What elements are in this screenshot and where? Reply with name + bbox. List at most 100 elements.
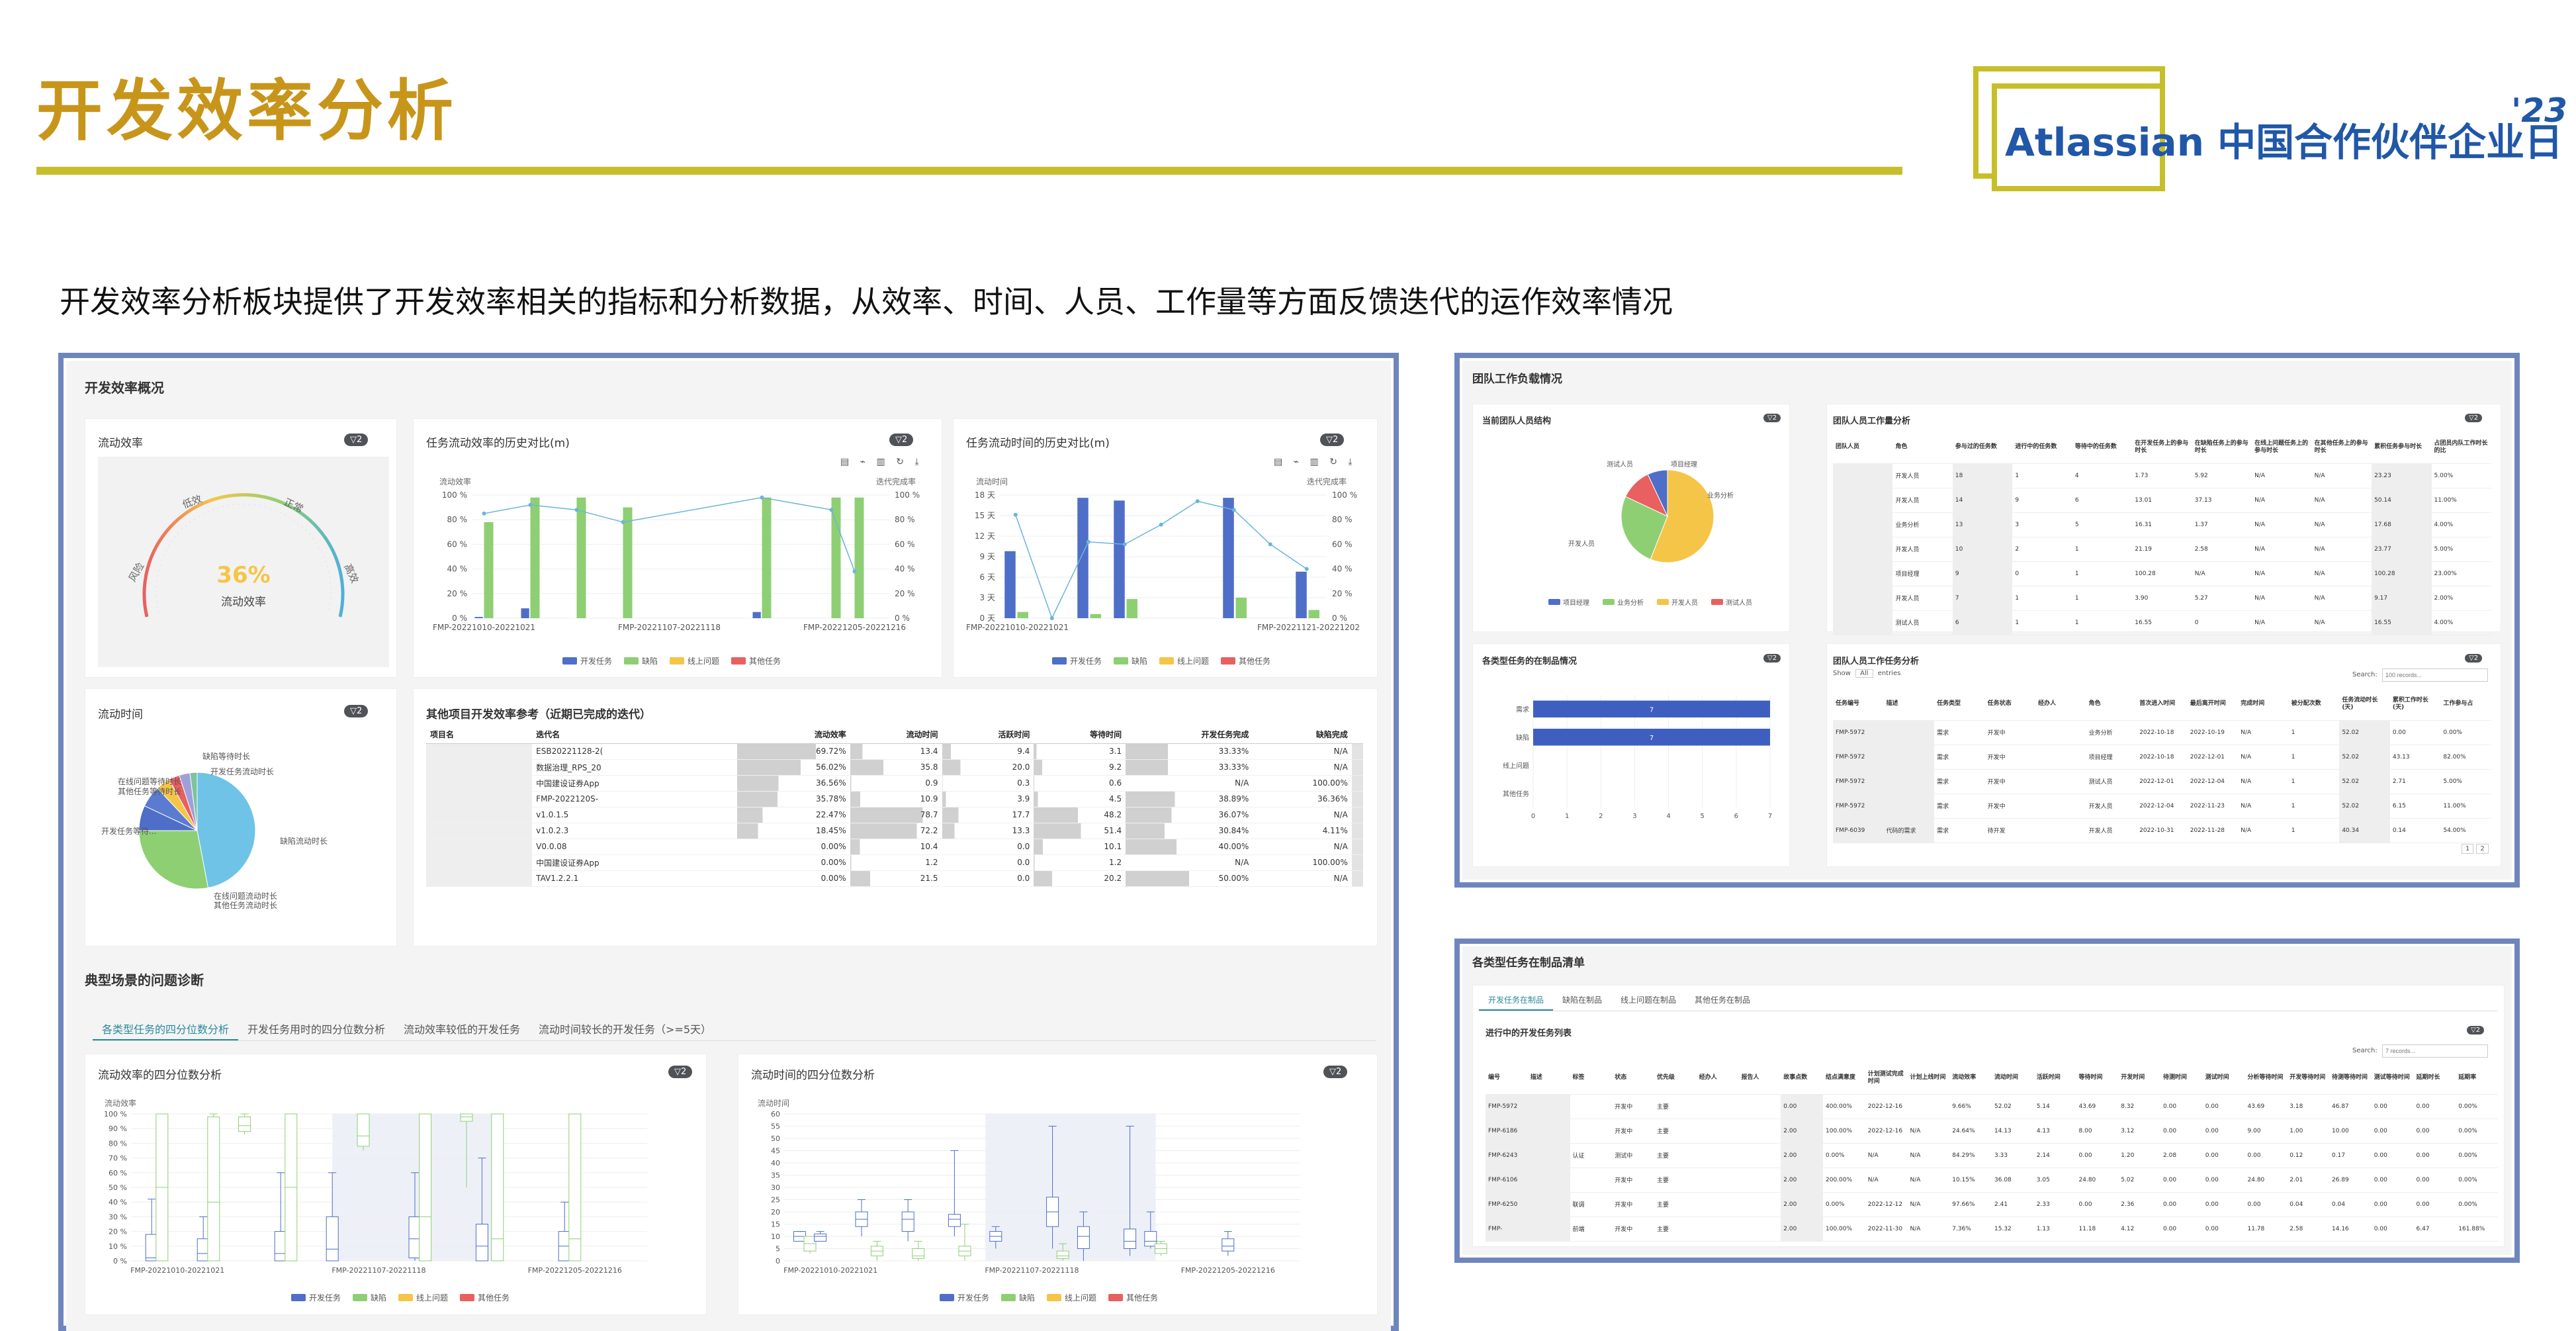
diagnosis-tab[interactable]: 开发任务用时的四分位数分析	[238, 1019, 394, 1040]
table-cell: 0.00%	[2456, 1119, 2498, 1144]
column-header: 优先级	[1654, 1062, 1697, 1095]
filter-badge[interactable]: ▽2	[1763, 414, 1781, 422]
filter-badge[interactable]: ▽2	[1763, 654, 1781, 663]
wip-list-tab[interactable]: 其他任务在制品	[1685, 989, 1759, 1011]
bar-defect	[576, 497, 586, 618]
wip-list-tab[interactable]: 缺陷在制品	[1553, 989, 1611, 1011]
table-row[interactable]: FMP-5972 需求 开发中 业务分析 2022-10-18 2022-10-19 N/A…	[1833, 720, 2491, 745]
table-cell: 54.00%	[2440, 818, 2491, 843]
table-cell: 需求	[1934, 720, 1985, 745]
column-header: 任务编号	[1833, 688, 1884, 721]
table-row[interactable]: FMP-2022120S- 35.78% 10.9 3.9 4.5 38.89% 36.36…	[426, 791, 1363, 807]
table-row[interactable]: v1.0.2.3 18.45% 72.2 13.3 51.4 30.84% 4.11%	[426, 823, 1363, 839]
table-cell: 20.2	[1034, 870, 1126, 887]
table-cell: 主要	[1654, 1094, 1697, 1119]
chart-toolbar-icons[interactable]: ▤ ⌁ ▥ ↻ ⤓	[840, 457, 923, 467]
wip-list-tab[interactable]: 线上问题在制品	[1611, 989, 1685, 1011]
table-row[interactable]: 开发人员 10 2 1 21.19 2.58 N/A N/A 23.77 5.00%	[1833, 537, 2491, 562]
table-cell	[1738, 1119, 1781, 1144]
table-row[interactable]: 开发人员 14 9 6 13.01 37.13 N/A N/A 50.14 11.00%	[1833, 488, 2491, 513]
table-row[interactable]: 中国建设证券App 36.56% 0.9 0.3 0.6 N/A 100.00%	[426, 775, 1363, 792]
table-row[interactable]: TAV1.2.2.1 0.00% 21.5 0.0 20.2 50.00% N/A	[426, 870, 1363, 887]
filter-badge[interactable]: ▽2	[889, 434, 914, 446]
table-cell: 主要	[1654, 1216, 1697, 1242]
filter-badge[interactable]: ▽2	[2467, 1026, 2485, 1034]
bar-defect	[762, 497, 772, 618]
table-row[interactable]: 中国建设证券App 0.00% 1.2 0.0 1.2 N/A 100.00%	[426, 854, 1363, 871]
table-cell: 200.00%	[1823, 1168, 1865, 1193]
table-row[interactable]: FMP-6039 代码的需求 需求 待开发 开发人员 2022-10-31 2022-11-…	[1833, 818, 2491, 843]
table-cell: 0.17	[2329, 1143, 2372, 1168]
table-cell: 2022-12-16	[1865, 1119, 1908, 1144]
table-row[interactable]: FMP-5972 需求 开发中 项目经理 2022-10-18 2022-12-01 N/A…	[1833, 745, 2491, 770]
page-button[interactable]: 1	[2462, 844, 2474, 854]
table-cell: 需求	[1934, 745, 1985, 770]
table-row[interactable]: FMP-5972 开发中 主要 0.00 400.00% 2022-12-16 9.66% 5…	[1486, 1094, 2498, 1119]
y2-tick-label: 40 %	[1332, 565, 1353, 574]
filter-badge[interactable]: ▽2	[344, 705, 369, 717]
table-row[interactable]: FMP-5972 需求 开发中 测试人员 2022-12-01 2022-12-04 N/A…	[1833, 769, 2491, 794]
box	[1056, 1250, 1069, 1259]
table-row[interactable]: 测试人员 6 1 1 16.55 0 N/A N/A 16.55 4.00%	[1833, 610, 2491, 635]
diagnosis-tab[interactable]: 流动时间较长的开发任务（>=5天）	[529, 1019, 721, 1040]
wip-list-tab[interactable]: 开发任务在制品	[1479, 989, 1554, 1011]
table-row[interactable]: FMP-6106 开发中 主要 2.00 200.00% N/A N/A 10.15% 36.0…	[1486, 1168, 2498, 1193]
gauge-label: 流动效率	[221, 596, 266, 609]
table-cell: 9.4	[942, 743, 1034, 760]
table-cell: 38.89%	[1126, 791, 1253, 807]
table-row[interactable]: FMP-6186 开发中 主要 2.00 100.00% 2022-12-16 N/A 24.…	[1486, 1119, 2498, 1144]
table-row[interactable]: ESB20221128-2(69.72% 13.4 9.4 3.1 33.33% N/A	[426, 743, 1363, 760]
table-cell: 0	[2012, 561, 2072, 586]
column-header: 等待时间	[1034, 726, 1126, 744]
table-row[interactable]: 项目经理 9 0 1 100.28 N/A N/A N/A 100.28 23.00%	[1833, 561, 2491, 586]
completion-point	[852, 569, 857, 574]
completion-point	[574, 508, 579, 512]
table-row[interactable]: 开发人员 18 1 4 1.73 5.92 N/A N/A 23.23 5.00%	[1833, 463, 2491, 488]
table-cell	[1833, 488, 1893, 513]
page-button[interactable]: 2	[2476, 844, 2489, 854]
table-row[interactable]: v1.0.1.5 22.47% 78.7 17.7 48.2 36.07% N/A	[426, 807, 1363, 823]
table-row[interactable]: FMP-6243 认证 测试中 主要 2.00 0.00% N/A N/A 84.29% 3.33…	[1486, 1143, 2498, 1168]
bar-defect	[623, 507, 633, 618]
filter-badge[interactable]: ▽2	[1320, 434, 1345, 446]
search-input[interactable]	[2382, 668, 2488, 682]
column-header: 延期率	[2456, 1062, 2498, 1095]
y2-tick-label: 80 %	[895, 515, 915, 524]
table-cell: 0.00	[2202, 1094, 2245, 1119]
table-row[interactable]: FMP-5972 需求 开发中 开发人员 2022-12-04 2022-11-23 N/A…	[1833, 794, 2491, 819]
table-cell: 4.11%	[1253, 823, 1352, 839]
table-row[interactable]: FMP-6250 联调 开发中 主要 2.00 0.00% 2022-12-12 N/A 97.…	[1486, 1192, 2498, 1217]
table-cell: 开发中	[1984, 720, 2036, 745]
table-cell: 开发人员	[1892, 463, 1953, 488]
filter-badge[interactable]: ▽2	[2465, 414, 2483, 422]
table-cell: 2.08	[2160, 1143, 2203, 1168]
filter-badge[interactable]: ▽2	[1323, 1066, 1348, 1078]
chart-toolbar-icons[interactable]: ▤ ⌁ ▥ ↻ ⤓	[1274, 457, 1356, 467]
table-row[interactable]: V0.0.08 0.00% 10.4 0.0 10.1 40.00% N/A	[426, 839, 1363, 855]
y-tick-label: 0 %	[113, 1257, 127, 1265]
entries-select[interactable]: All	[1855, 669, 1873, 678]
y-tick-label: 40 %	[109, 1198, 127, 1207]
legend-item: 线上问题	[398, 1292, 448, 1303]
filter-badge[interactable]: ▽2	[344, 434, 369, 446]
table-row[interactable]: 开发人员 7 1 1 3.90 5.27 N/A N/A 9.17 2.00%	[1833, 586, 2491, 611]
table-cell: 78.7	[850, 807, 942, 823]
diagnosis-tab[interactable]: 流动效率较低的开发任务	[394, 1019, 529, 1040]
filter-badge[interactable]: ▽2	[2465, 654, 2483, 663]
table-row[interactable]: FMP- 前端 开发中 主要 2.00 100.00% 2022-11-30 N/A 7.36%…	[1486, 1216, 2498, 1242]
diagnosis-tab[interactable]: 各类型任务的四分位数分析	[93, 1019, 239, 1040]
table-cell: 46.87	[2329, 1094, 2372, 1119]
x-tick-label: FMP-20221107-20221118	[618, 623, 721, 632]
x-tick-label: FMP-20221205-20221216	[803, 623, 906, 632]
table-cell: N/A	[2311, 512, 2372, 537]
y-axis-label: 流动效率	[105, 1098, 136, 1108]
table-row[interactable]: 数据治理_RPS_20 56.02% 35.8 20.0 9.2 33.33% N/A	[426, 759, 1363, 776]
table-cell: 开发中	[1984, 769, 2036, 794]
table-cell: 24.80	[2244, 1168, 2287, 1193]
table-row[interactable]: 业务分析 13 3 5 16.31 1.37 N/A N/A 17.68 4.00%	[1833, 512, 2491, 537]
search-input[interactable]	[2382, 1044, 2488, 1058]
hist-time-title: 任务流动时间的历史对比(m)	[966, 437, 1110, 450]
filter-badge[interactable]: ▽2	[668, 1066, 693, 1078]
table-cell: 9	[2012, 488, 2072, 513]
table-cell: 5.02	[2118, 1168, 2160, 1193]
